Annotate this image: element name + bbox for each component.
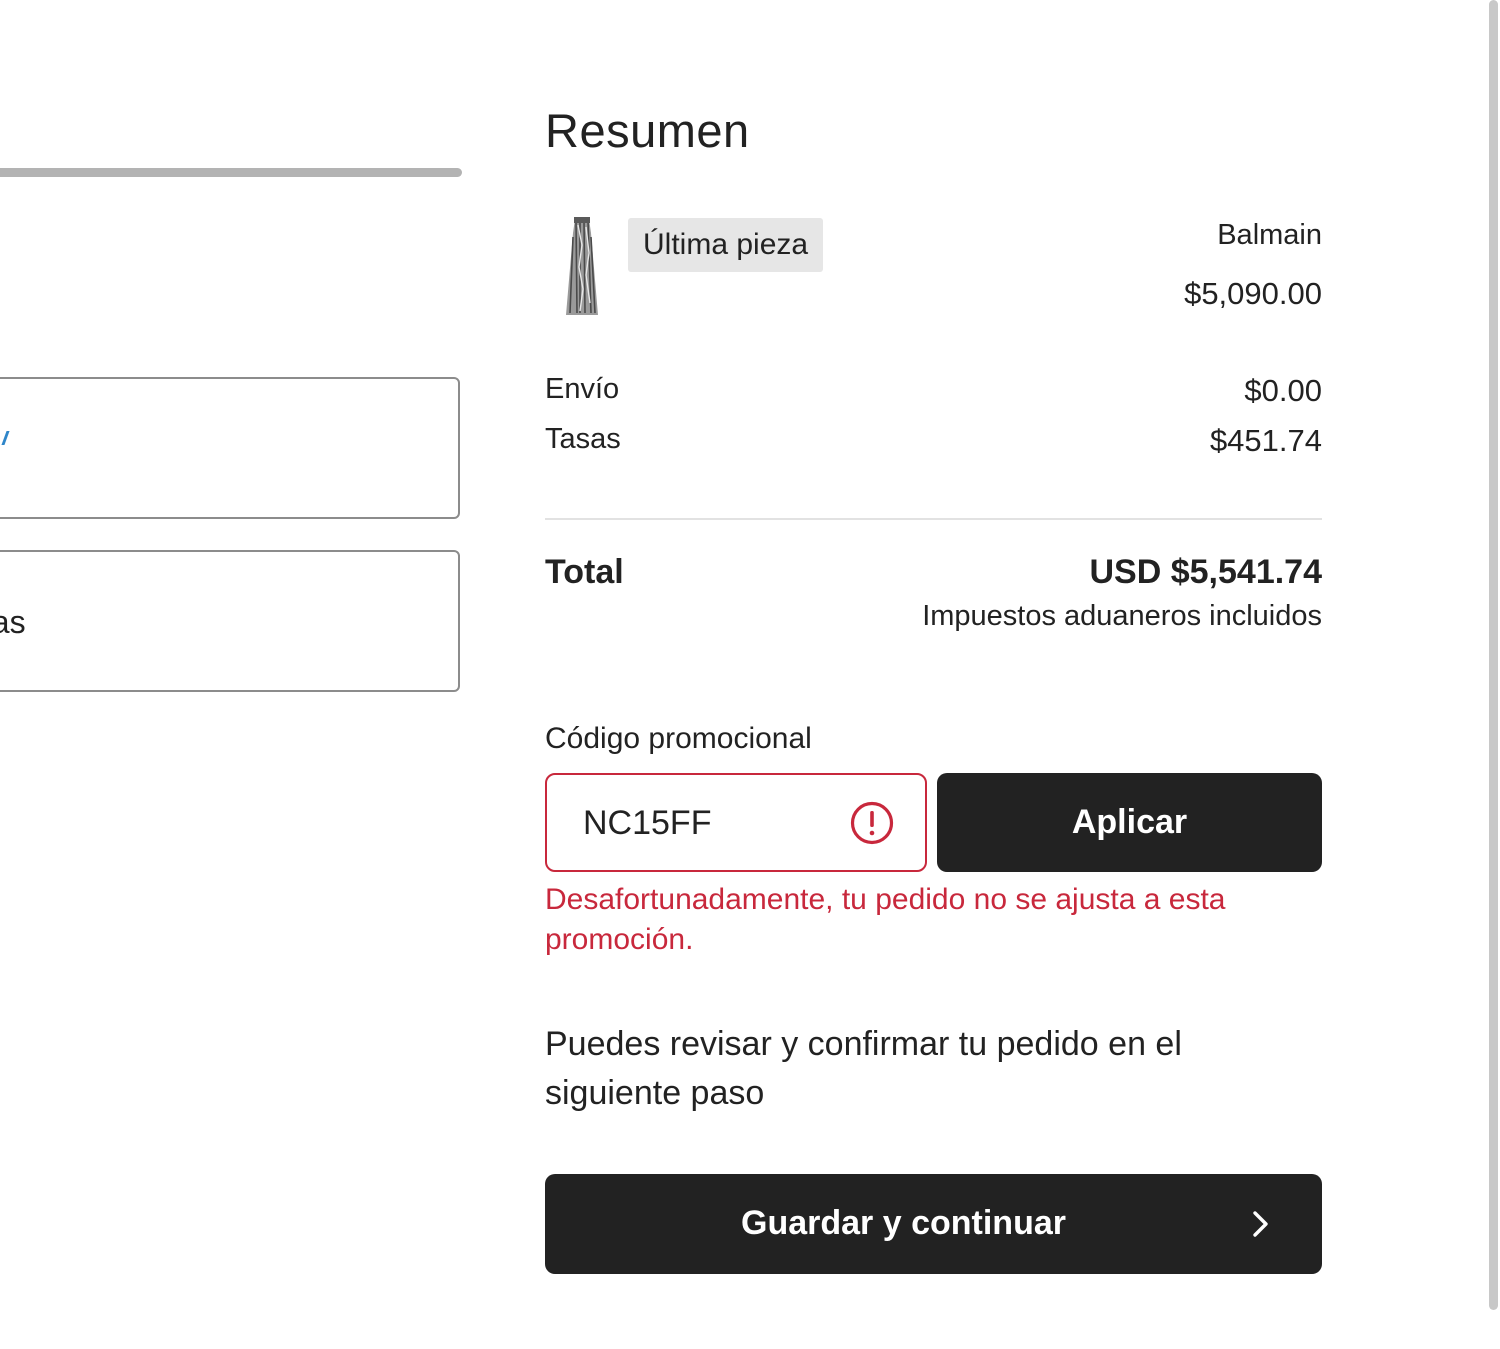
total-value: USD $5,541.74 xyxy=(1089,553,1323,591)
product-brand: Balmain xyxy=(1217,219,1322,251)
shipping-row: Envío $0.00 xyxy=(545,373,1322,413)
review-info-note: Puedes revisar y confirmar tu pedido en … xyxy=(545,1025,1182,1112)
alert-circle-icon xyxy=(850,801,894,845)
duties-note: Impuestos aduaneros incluidos xyxy=(922,600,1322,632)
taxes-row: Tasas $451.74 xyxy=(545,423,1322,463)
shipping-value: $0.00 xyxy=(1244,373,1322,408)
taxes-value: $451.74 xyxy=(1209,423,1322,458)
apply-promo-button[interactable]: Aplicar xyxy=(937,773,1322,872)
promo-code-label: Código promocional xyxy=(545,722,812,755)
selection-mark-icon xyxy=(0,431,10,445)
scrollbar-thumb[interactable] xyxy=(1489,0,1498,1310)
product-price: $5,090.00 xyxy=(1184,276,1322,311)
last-piece-badge: Última pieza xyxy=(628,218,824,272)
taxes-label: Tasas xyxy=(545,423,621,455)
total-label: Total xyxy=(545,553,624,591)
shipping-label: Envío xyxy=(545,373,620,405)
chevron-right-icon xyxy=(1253,1211,1268,1237)
save-and-continue-button[interactable]: Guardar y continuar xyxy=(545,1174,1322,1274)
summary-divider xyxy=(545,518,1322,520)
save-and-continue-label: Guardar y continuar xyxy=(741,1204,1066,1242)
page-scrollbar[interactable] xyxy=(1486,0,1500,1349)
promo-code-field[interactable] xyxy=(545,773,927,872)
promo-error-message: Desafortunadamente, tu pedido no se ajus… xyxy=(545,883,1226,956)
summary-title: Resumen xyxy=(545,104,750,157)
step-progress-bar xyxy=(0,168,462,177)
promo-code-input[interactable] xyxy=(583,797,833,849)
product-thumbnail[interactable] xyxy=(560,215,604,319)
delivery-option-2[interactable]: das xyxy=(0,550,460,692)
delivery-option-2-label: das xyxy=(0,604,26,640)
delivery-option-1[interactable] xyxy=(0,377,460,519)
